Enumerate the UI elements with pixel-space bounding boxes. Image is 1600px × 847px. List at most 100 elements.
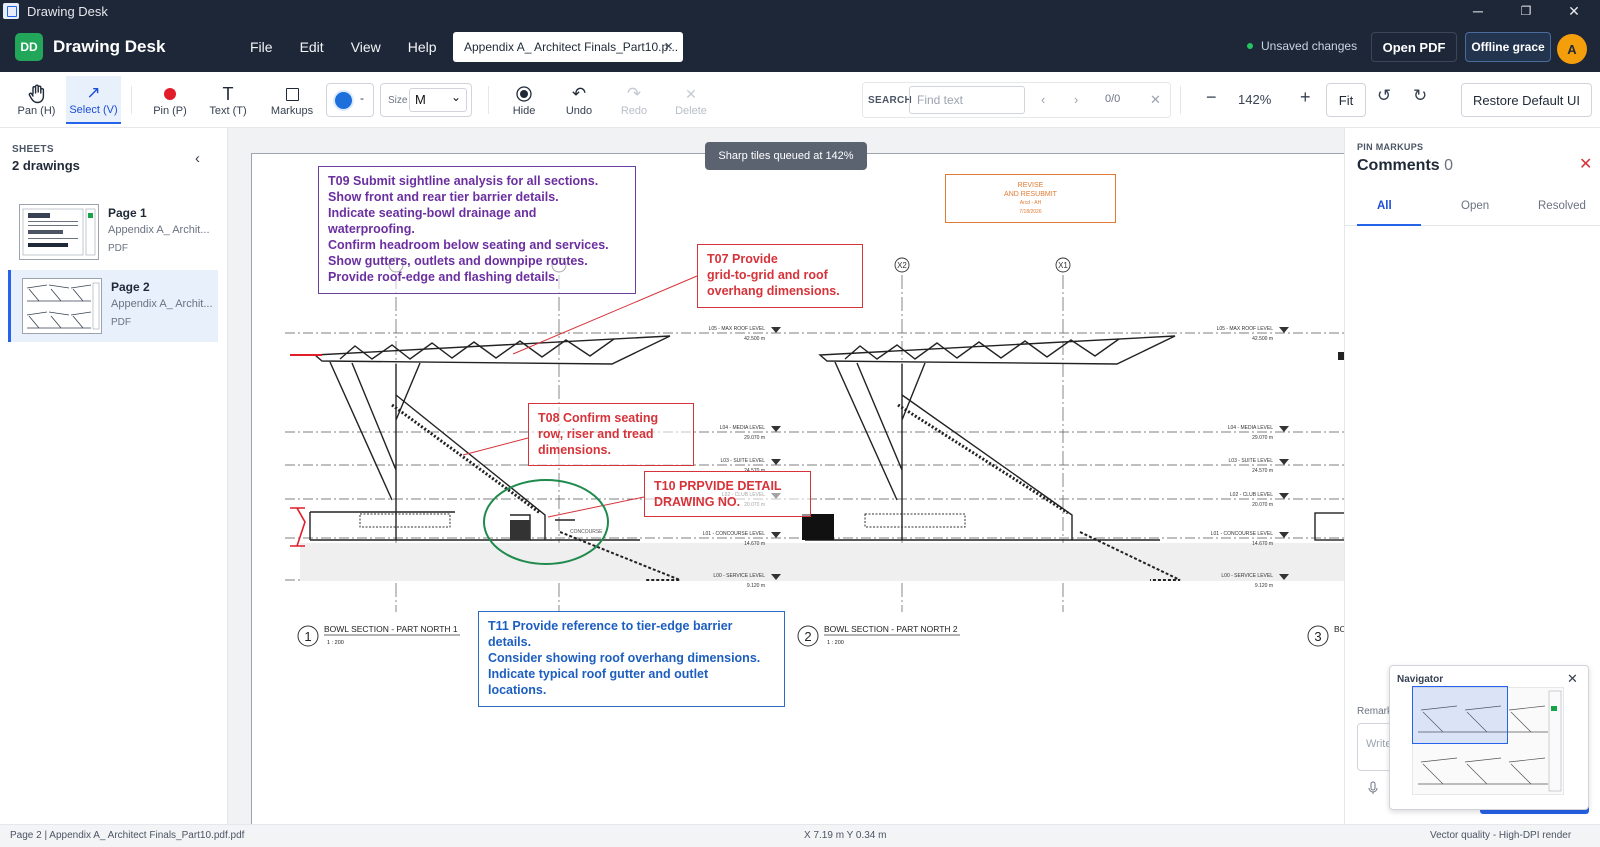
active-tab-indicator bbox=[1357, 224, 1421, 226]
fit-button[interactable]: Fit bbox=[1326, 83, 1366, 117]
search-bar: SEARCH Find text ‹ › 0/0 ✕ bbox=[862, 82, 1171, 118]
app-header: DD Drawing Desk File Edit View Help Appe… bbox=[0, 22, 1600, 72]
tile-status-toast: Sharp tiles queued at 142% bbox=[705, 142, 867, 170]
user-avatar[interactable]: A bbox=[1557, 34, 1587, 64]
menu-bar: File Edit View Help bbox=[250, 22, 464, 72]
restore-button[interactable]: ❐ bbox=[1503, 0, 1549, 22]
sheet-name: Page 2 bbox=[111, 280, 150, 294]
hand-icon bbox=[28, 83, 46, 105]
level-value: 9.120 m bbox=[1255, 583, 1273, 589]
level-label: L00 - SERVICE LEVEL bbox=[1221, 573, 1273, 579]
level-label: L05 - MAX ROOF LEVEL bbox=[1217, 326, 1274, 332]
search-label: SEARCH bbox=[868, 95, 913, 106]
zoom-out-button[interactable]: − bbox=[1206, 87, 1217, 108]
delete-x-icon: ✕ bbox=[685, 85, 697, 102]
menu-view[interactable]: View bbox=[351, 39, 381, 55]
section-scale: 1 : 200 bbox=[827, 640, 844, 646]
markups-tool[interactable]: Markups bbox=[268, 76, 316, 124]
close-comments-icon[interactable]: ✕ bbox=[1579, 154, 1592, 174]
sheets-sidebar: SHEETS 2 drawings ‹ Page 1 Appendix A_ A… bbox=[0, 128, 228, 824]
hide-button[interactable]: Hide bbox=[506, 76, 542, 124]
offline-grace-button[interactable]: Offline grace bbox=[1465, 32, 1551, 62]
level-value: 42.500 m bbox=[744, 336, 765, 342]
close-tab-icon[interactable]: × bbox=[664, 38, 673, 55]
pan-tool[interactable]: Pan (H) bbox=[13, 76, 60, 124]
color-swatch bbox=[335, 92, 352, 109]
menu-file[interactable]: File bbox=[250, 39, 273, 55]
undo-button[interactable]: ↶ Undo bbox=[561, 76, 597, 124]
remark-label: Remark bbox=[1357, 706, 1393, 717]
search-result-count: 0/0 bbox=[1105, 93, 1121, 105]
markup-note-t07[interactable]: T07 Provide grid-to-grid and roof overha… bbox=[697, 244, 863, 308]
undo-icon: ↶ bbox=[571, 84, 587, 103]
redo-button[interactable]: ↷ Redo bbox=[616, 76, 652, 124]
window-title: Drawing Desk bbox=[27, 3, 108, 19]
rotate-right-icon[interactable]: ↻ bbox=[1413, 86, 1427, 106]
restore-default-ui-button[interactable]: Restore Default UI bbox=[1461, 83, 1592, 117]
search-input[interactable]: Find text bbox=[909, 86, 1025, 114]
hide-button-label: Hide bbox=[512, 105, 536, 117]
concourse-label: CONCOURSE bbox=[570, 529, 603, 535]
markup-note-t10[interactable]: T10 PRPVIDE DETAIL DRAWING NO. bbox=[644, 471, 811, 517]
select-tool[interactable]: ↗ Select (V) bbox=[66, 76, 121, 124]
markup-note-t08[interactable]: T08 Confirm seating row, riser and tread… bbox=[528, 403, 694, 466]
status-dot-icon bbox=[1247, 43, 1253, 49]
sheet-type: PDF bbox=[108, 243, 128, 254]
level-value: 20.070 m bbox=[1252, 502, 1273, 508]
pan-tool-label: Pan (H) bbox=[17, 105, 56, 117]
markup-note-t11[interactable]: T11 Provide reference to tier-edge barri… bbox=[478, 611, 785, 707]
save-status-label: Unsaved changes bbox=[1261, 39, 1358, 53]
close-navigator-icon[interactable]: ✕ bbox=[1567, 671, 1578, 687]
sheet-file: Appendix A_ Archit... bbox=[111, 298, 213, 310]
delete-button-label: Delete bbox=[675, 105, 707, 117]
section-scale: 1 : 200 bbox=[327, 640, 344, 646]
level-label: L04 - MEDIA LEVEL bbox=[1228, 425, 1274, 431]
level-label: L03 - SUITE LEVEL bbox=[1229, 458, 1274, 464]
close-window-button[interactable]: ✕ bbox=[1551, 0, 1597, 22]
text-tool-label: Text (T) bbox=[209, 105, 247, 117]
level-value: 29.070 m bbox=[1252, 435, 1273, 441]
status-bar: Page 2 | Appendix A_ Architect Finals_Pa… bbox=[0, 824, 1600, 847]
level-value: 24.570 m bbox=[1252, 468, 1273, 474]
menu-edit[interactable]: Edit bbox=[300, 39, 324, 55]
level-value: 14.670 m bbox=[1252, 541, 1273, 547]
collapse-sidebar-icon[interactable]: ‹ bbox=[195, 150, 200, 167]
section-number: 3 bbox=[1314, 629, 1321, 644]
clear-search-icon[interactable]: ✕ bbox=[1150, 92, 1161, 108]
section-title: BO bbox=[1334, 624, 1344, 634]
revise-resubmit-stamp[interactable]: REVISE AND RESUBMIT Arcd - AH 7/18/2026 bbox=[945, 174, 1116, 223]
search-prev-icon[interactable]: ‹ bbox=[1041, 92, 1045, 107]
text-tool[interactable]: T Text (T) bbox=[205, 76, 251, 124]
square-icon bbox=[285, 83, 299, 105]
grid-label-x1: X1 bbox=[1058, 261, 1068, 270]
comments-count: 0 bbox=[1444, 157, 1454, 174]
pin-tool[interactable]: Pin (P) bbox=[148, 76, 192, 124]
tab-open[interactable]: Open bbox=[1461, 200, 1489, 212]
sheet-item-page-1[interactable]: Page 1 Appendix A_ Archit... PDF bbox=[8, 196, 218, 268]
undo-button-label: Undo bbox=[565, 105, 593, 117]
tab-resolved[interactable]: Resolved bbox=[1538, 200, 1586, 212]
size-select[interactable]: M ⌄ bbox=[409, 88, 467, 112]
markup-note-t09[interactable]: T09 Submit sightline analysis for all se… bbox=[318, 166, 636, 294]
redo-button-label: Redo bbox=[620, 105, 648, 117]
navigator-viewport[interactable] bbox=[1412, 686, 1508, 744]
document-tab[interactable]: Appendix A_ Architect Finals_Part10.p...… bbox=[453, 32, 683, 62]
delete-button[interactable]: ✕ Delete bbox=[671, 76, 711, 124]
sheet-item-page-2[interactable]: Page 2 Appendix A_ Archit... PDF bbox=[8, 270, 218, 342]
color-picker[interactable]: - bbox=[326, 83, 374, 117]
zoom-level: 142% bbox=[1238, 92, 1272, 107]
search-next-icon[interactable]: › bbox=[1074, 92, 1078, 107]
redo-icon: ↷ bbox=[626, 84, 642, 103]
tab-all[interactable]: All bbox=[1377, 200, 1392, 212]
markups-tool-label: Markups bbox=[270, 105, 314, 117]
size-value: M bbox=[415, 92, 426, 107]
pin-icon bbox=[164, 83, 176, 105]
open-pdf-button[interactable]: Open PDF bbox=[1371, 32, 1457, 62]
zoom-in-button[interactable]: + bbox=[1300, 87, 1311, 108]
level-label: L01 - CONCOURSE LEVEL bbox=[703, 531, 765, 537]
menu-help[interactable]: Help bbox=[408, 39, 437, 55]
rotate-left-icon[interactable]: ↺ bbox=[1377, 86, 1391, 106]
select-tool-label: Select (V) bbox=[69, 104, 118, 116]
minimize-button[interactable]: ─ bbox=[1455, 0, 1501, 22]
microphone-icon[interactable] bbox=[1368, 781, 1378, 798]
